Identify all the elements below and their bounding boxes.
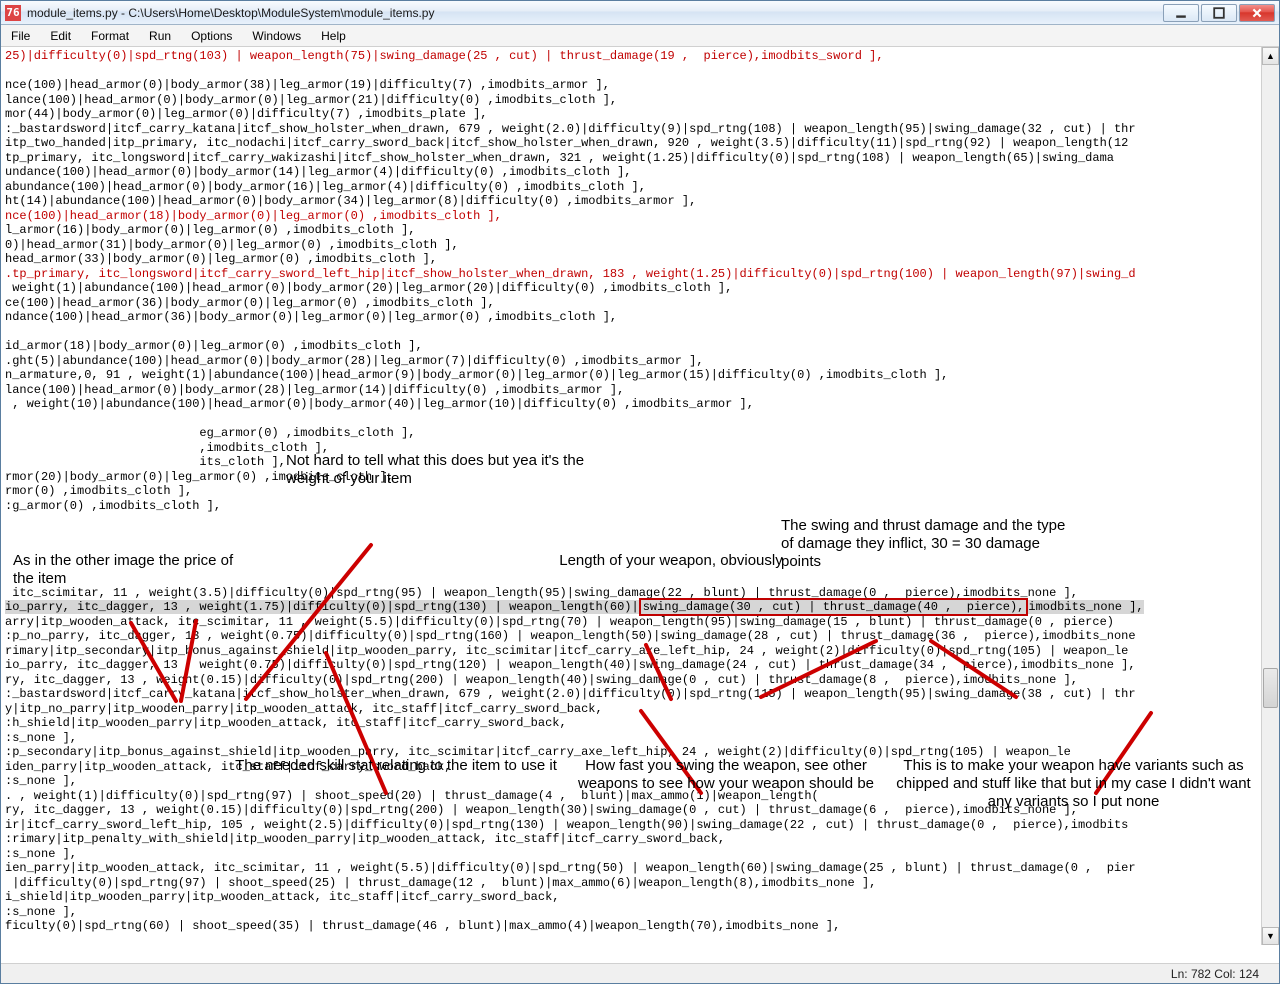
maximize-button[interactable]: [1201, 4, 1237, 22]
window-buttons: [1161, 4, 1275, 22]
menu-bar: File Edit Format Run Options Windows Hel…: [1, 25, 1279, 47]
menu-options[interactable]: Options: [181, 27, 242, 45]
editor-area: 25)|difficulty(0)|spd_rtng(103) | weapon…: [1, 47, 1279, 963]
annotation-skill: The needed skill stat relating to the it…: [226, 757, 566, 775]
scroll-up-button[interactable]: ▲: [1262, 47, 1279, 65]
vertical-scrollbar: ▲ ▼: [1261, 47, 1279, 945]
app-window: 76 module_items.py - C:\Users\Home\Deskt…: [0, 0, 1280, 984]
annotation-price: As in the other image the price of the i…: [13, 552, 258, 588]
menu-run[interactable]: Run: [139, 27, 181, 45]
scroll-track[interactable]: [1262, 65, 1279, 927]
annotation-length: Length of your weapon, obviously: [541, 552, 801, 570]
annotation-imodbits: This is to make your weapon have variant…: [891, 757, 1256, 811]
annotation-weight: Not hard to tell what this does but yea …: [286, 452, 596, 488]
menu-help[interactable]: Help: [311, 27, 356, 45]
menu-format[interactable]: Format: [81, 27, 139, 45]
status-cursor-pos: Ln: 782 Col: 124: [1171, 967, 1259, 981]
scroll-down-button[interactable]: ▼: [1262, 927, 1279, 945]
menu-edit[interactable]: Edit: [40, 27, 81, 45]
minimize-button[interactable]: [1163, 4, 1199, 22]
title-bar: 76 module_items.py - C:\Users\Home\Deskt…: [1, 1, 1279, 25]
menu-windows[interactable]: Windows: [242, 27, 311, 45]
code-text[interactable]: 25)|difficulty(0)|spd_rtng(103) | weapon…: [1, 47, 1261, 963]
close-button[interactable]: [1239, 4, 1275, 22]
status-bar: Ln: 782 Col: 124: [1, 963, 1279, 983]
annotation-speed: How fast you swing the weapon, see other…: [566, 757, 886, 793]
menu-file[interactable]: File: [1, 27, 40, 45]
app-icon: 76: [5, 5, 21, 21]
window-title: module_items.py - C:\Users\Home\Desktop\…: [27, 6, 1161, 20]
scroll-thumb[interactable]: [1263, 668, 1278, 708]
annotation-damage: The swing and thrust damage and the type…: [781, 517, 1081, 571]
